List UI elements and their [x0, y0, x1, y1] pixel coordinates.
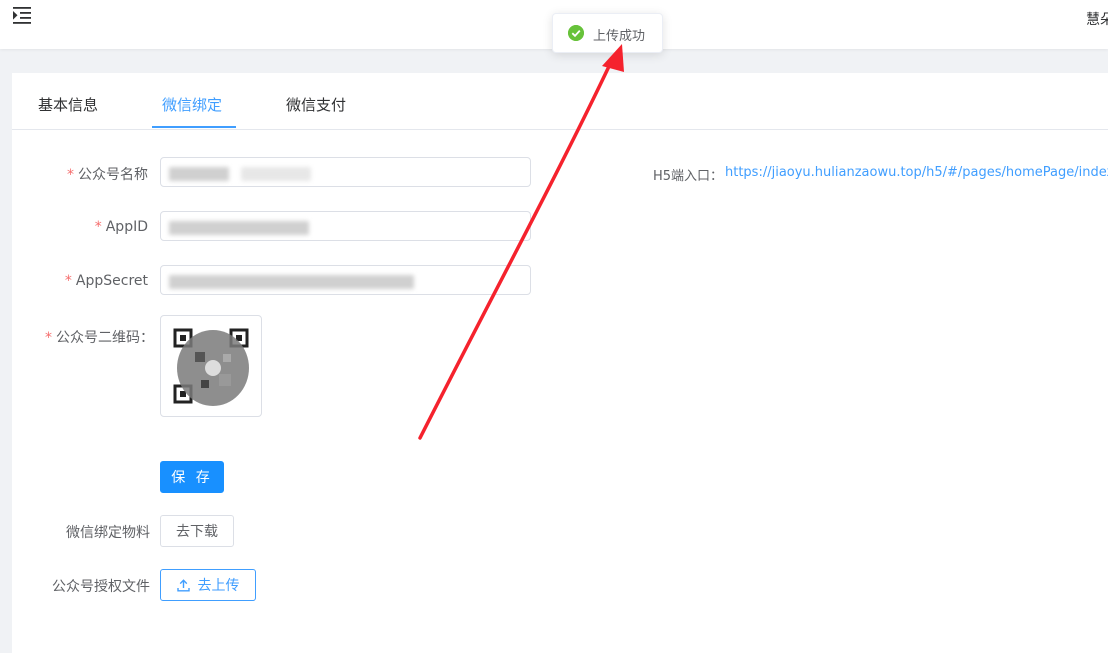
qr-code-upload[interactable] — [160, 315, 262, 417]
h5-entry-link[interactable]: https://jiaoyu.hulianzaowu.top/h5/#/page… — [725, 165, 1108, 180]
h5-entry-label: H5端入口： — [653, 169, 724, 184]
redacted-value — [169, 221, 309, 235]
upload-icon — [176, 578, 190, 591]
redacted-value — [241, 167, 311, 181]
settings-card: 基本信息 微信绑定 微信支付 * 公众号名称 * AppID * AppSecret … — [12, 73, 1108, 653]
active-tab-indicator — [152, 126, 236, 128]
tab-wechat-pay[interactable]: 微信支付 — [286, 94, 346, 115]
tab-wechat-binding[interactable]: 微信绑定 — [162, 94, 222, 115]
success-check-icon — [568, 25, 584, 41]
appid-input[interactable] — [160, 211, 531, 241]
appsecret-input[interactable] — [160, 265, 531, 295]
field-label-appid: * AppID — [94, 219, 148, 235]
upload-button-label: 去上传 — [197, 578, 240, 594]
material-label: 微信绑定物料 — [66, 525, 150, 541]
field-label-appsecret: * AppSecret — [64, 273, 148, 289]
upload-button[interactable]: 去上传 — [160, 569, 256, 601]
auth-file-label: 公众号授权文件 — [52, 579, 150, 595]
redacted-value — [169, 167, 229, 181]
redacted-value — [169, 275, 414, 289]
toast-message: 上传成功 — [593, 29, 646, 44]
success-toast: 上传成功 — [552, 13, 663, 53]
field-label-account-name: * 公众号名称 — [67, 167, 148, 183]
tab-basic-info[interactable]: 基本信息 — [38, 94, 98, 115]
indent-menu-icon[interactable] — [12, 6, 32, 24]
qr-code-image — [173, 328, 249, 406]
tab-bar: 基本信息 微信绑定 微信支付 — [12, 73, 1108, 130]
field-label-qr-code: * 公众号二维码： — [45, 330, 154, 346]
save-button[interactable]: 保 存 — [160, 461, 224, 493]
account-name-input[interactable] — [160, 157, 531, 187]
user-name[interactable]: 慧朵 — [1086, 9, 1108, 29]
download-button[interactable]: 去下载 — [160, 515, 234, 547]
